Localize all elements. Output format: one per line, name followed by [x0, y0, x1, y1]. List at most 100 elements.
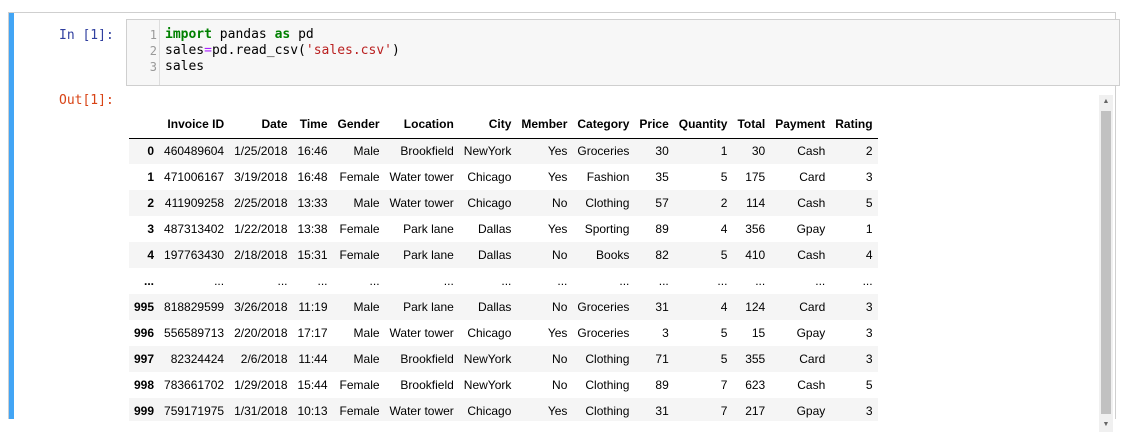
table-cell: 197763430 [164, 248, 225, 262]
table-cell: 4 [720, 222, 728, 236]
table-cell: ... [755, 274, 766, 288]
table-cell: No [552, 378, 568, 392]
code-line-3: sales [165, 59, 400, 75]
line-number-gutter: 1 2 3 [127, 27, 157, 75]
table-cell: Groceries [577, 326, 630, 340]
table-cell: 11:44 [298, 352, 328, 366]
row-index: 997 [134, 352, 155, 366]
table-cell: No [552, 196, 568, 210]
output-area[interactable]: Invoice ID Date Time Gender Location City Memb… [119, 91, 1109, 421]
scrollbar-thumb[interactable] [1101, 111, 1111, 414]
table-cell: 4 [865, 248, 873, 262]
column-header: Gender [332, 111, 385, 139]
table-cell: Yes [547, 170, 568, 184]
table-cell: Gpay [796, 404, 826, 418]
table-row: 3 487313402 1/22/2018 13:38 Female Park lane D… [129, 216, 878, 242]
table-row: 2 411909258 2/25/2018 13:33 Male Water tower C… [129, 190, 878, 216]
table-cell: 17:17 [297, 326, 328, 340]
table-cell: 31 [655, 404, 669, 418]
table-cell: ... [815, 274, 826, 288]
table-cell: 16:48 [297, 170, 328, 184]
table-cell: 471006167 [164, 170, 225, 184]
table-cell: 89 [655, 222, 669, 236]
table-cell: Yes [547, 222, 568, 236]
table-cell: 1 [865, 222, 873, 236]
table-cell: NewYork [463, 144, 512, 159]
table-cell: ... [277, 274, 288, 288]
code-token: sales [165, 59, 205, 74]
notebook-cell[interactable]: In [1]: 1 2 3 import pandas as pd sales=… [8, 12, 1120, 432]
table-cell: 410 [745, 248, 766, 262]
table-cell: ... [501, 274, 512, 288]
code-token: pd [290, 27, 314, 42]
table-cell: 1/31/2018 [234, 404, 288, 418]
table-cell: 82324424 [170, 352, 225, 366]
table-cell: Chicago [467, 326, 512, 340]
table-cell: Sporting [584, 222, 630, 236]
table-row: 1 471006167 3/19/2018 16:48 Female Water towe… [129, 164, 878, 190]
table-cell: 818829599 [164, 300, 225, 314]
cell-selection-bar [9, 13, 14, 419]
code-line-2: sales=pd.read_csv('sales.csv') [165, 43, 400, 59]
table-cell: 3 [865, 404, 873, 418]
table-cell: 57 [655, 196, 669, 210]
output-prompt: Out[1]: [59, 93, 114, 108]
operator-assign: = [204, 43, 212, 58]
table-cell: 5 [720, 326, 728, 340]
keyword-as: as [274, 27, 291, 42]
down-arrow-icon[interactable]: ▼ [1099, 418, 1113, 432]
table-cell: Female [339, 378, 380, 392]
table-cell: Chicago [467, 404, 512, 418]
table-cell: 217 [745, 404, 766, 418]
code-text[interactable]: import pandas as pd sales=pd.read_csv('s… [165, 27, 400, 75]
table-cell: Female [339, 248, 380, 262]
column-header: Payment [770, 111, 831, 139]
table-cell: ... [214, 274, 225, 288]
keyword-import: import [165, 27, 212, 42]
table-cell: Park lane [403, 222, 454, 236]
table-cell: 15 [751, 326, 766, 340]
table-cell: 3 [662, 326, 669, 340]
table-row: 997 82324424 2/6/2018 11:44 Male Brookfield Ne… [129, 346, 878, 372]
table-cell: 3 [865, 326, 873, 340]
table-cell: ... [557, 274, 568, 288]
table-cell: 5 [720, 352, 728, 366]
table-cell: 556589713 [164, 326, 225, 340]
table-cell: ... [443, 274, 454, 288]
table-cell: Brookfield [400, 352, 454, 366]
table-cell: 175 [745, 170, 766, 184]
table-cell: 3 [865, 300, 873, 314]
table-cell: 759171975 [164, 404, 225, 418]
table-cell: 31 [655, 300, 669, 314]
table-row: 0 460489604 1/25/2018 16:46 Male Brookfield Ne… [129, 138, 878, 164]
row-index: 995 [134, 300, 155, 314]
table-cell: 487313402 [164, 222, 225, 236]
table-cell: Female [339, 404, 380, 418]
index-header [129, 111, 160, 139]
table-cell: 7 [720, 404, 728, 418]
table-cell: Fashion [586, 170, 630, 184]
row-index: ... [144, 274, 155, 288]
row-index: 0 [147, 144, 155, 159]
row-index: 1 [147, 170, 155, 184]
table-cell: ... [862, 274, 873, 288]
table-cell: Dallas [478, 222, 512, 236]
table-cell: Clothing [585, 352, 630, 366]
table-cell: 10:13 [297, 404, 328, 418]
table-cell: ... [717, 274, 728, 288]
table-cell: ... [369, 274, 380, 288]
table-cell: 2/20/2018 [234, 326, 288, 340]
table-cell: Card [799, 170, 826, 184]
table-cell: Male [353, 326, 380, 340]
table-row: 998 783661702 1/29/2018 15:44 Female Brookfie… [129, 372, 878, 398]
table-cell: Park lane [403, 248, 454, 262]
table-cell: Water tower [389, 404, 454, 418]
code-token: pd.read_csv( [211, 43, 306, 58]
table-row: 4 197763430 2/18/2018 15:31 Female Park lane D… [129, 242, 878, 268]
code-editor[interactable]: 1 2 3 import pandas as pd sales=pd.read_… [126, 19, 1120, 86]
column-header: Quantity [673, 111, 733, 139]
line-number: 3 [149, 60, 157, 74]
table-cell: Cash [797, 378, 826, 392]
up-arrow-icon[interactable]: ▲ [1099, 95, 1113, 109]
output-scrollbar[interactable]: ▲ ▼ [1099, 95, 1113, 432]
